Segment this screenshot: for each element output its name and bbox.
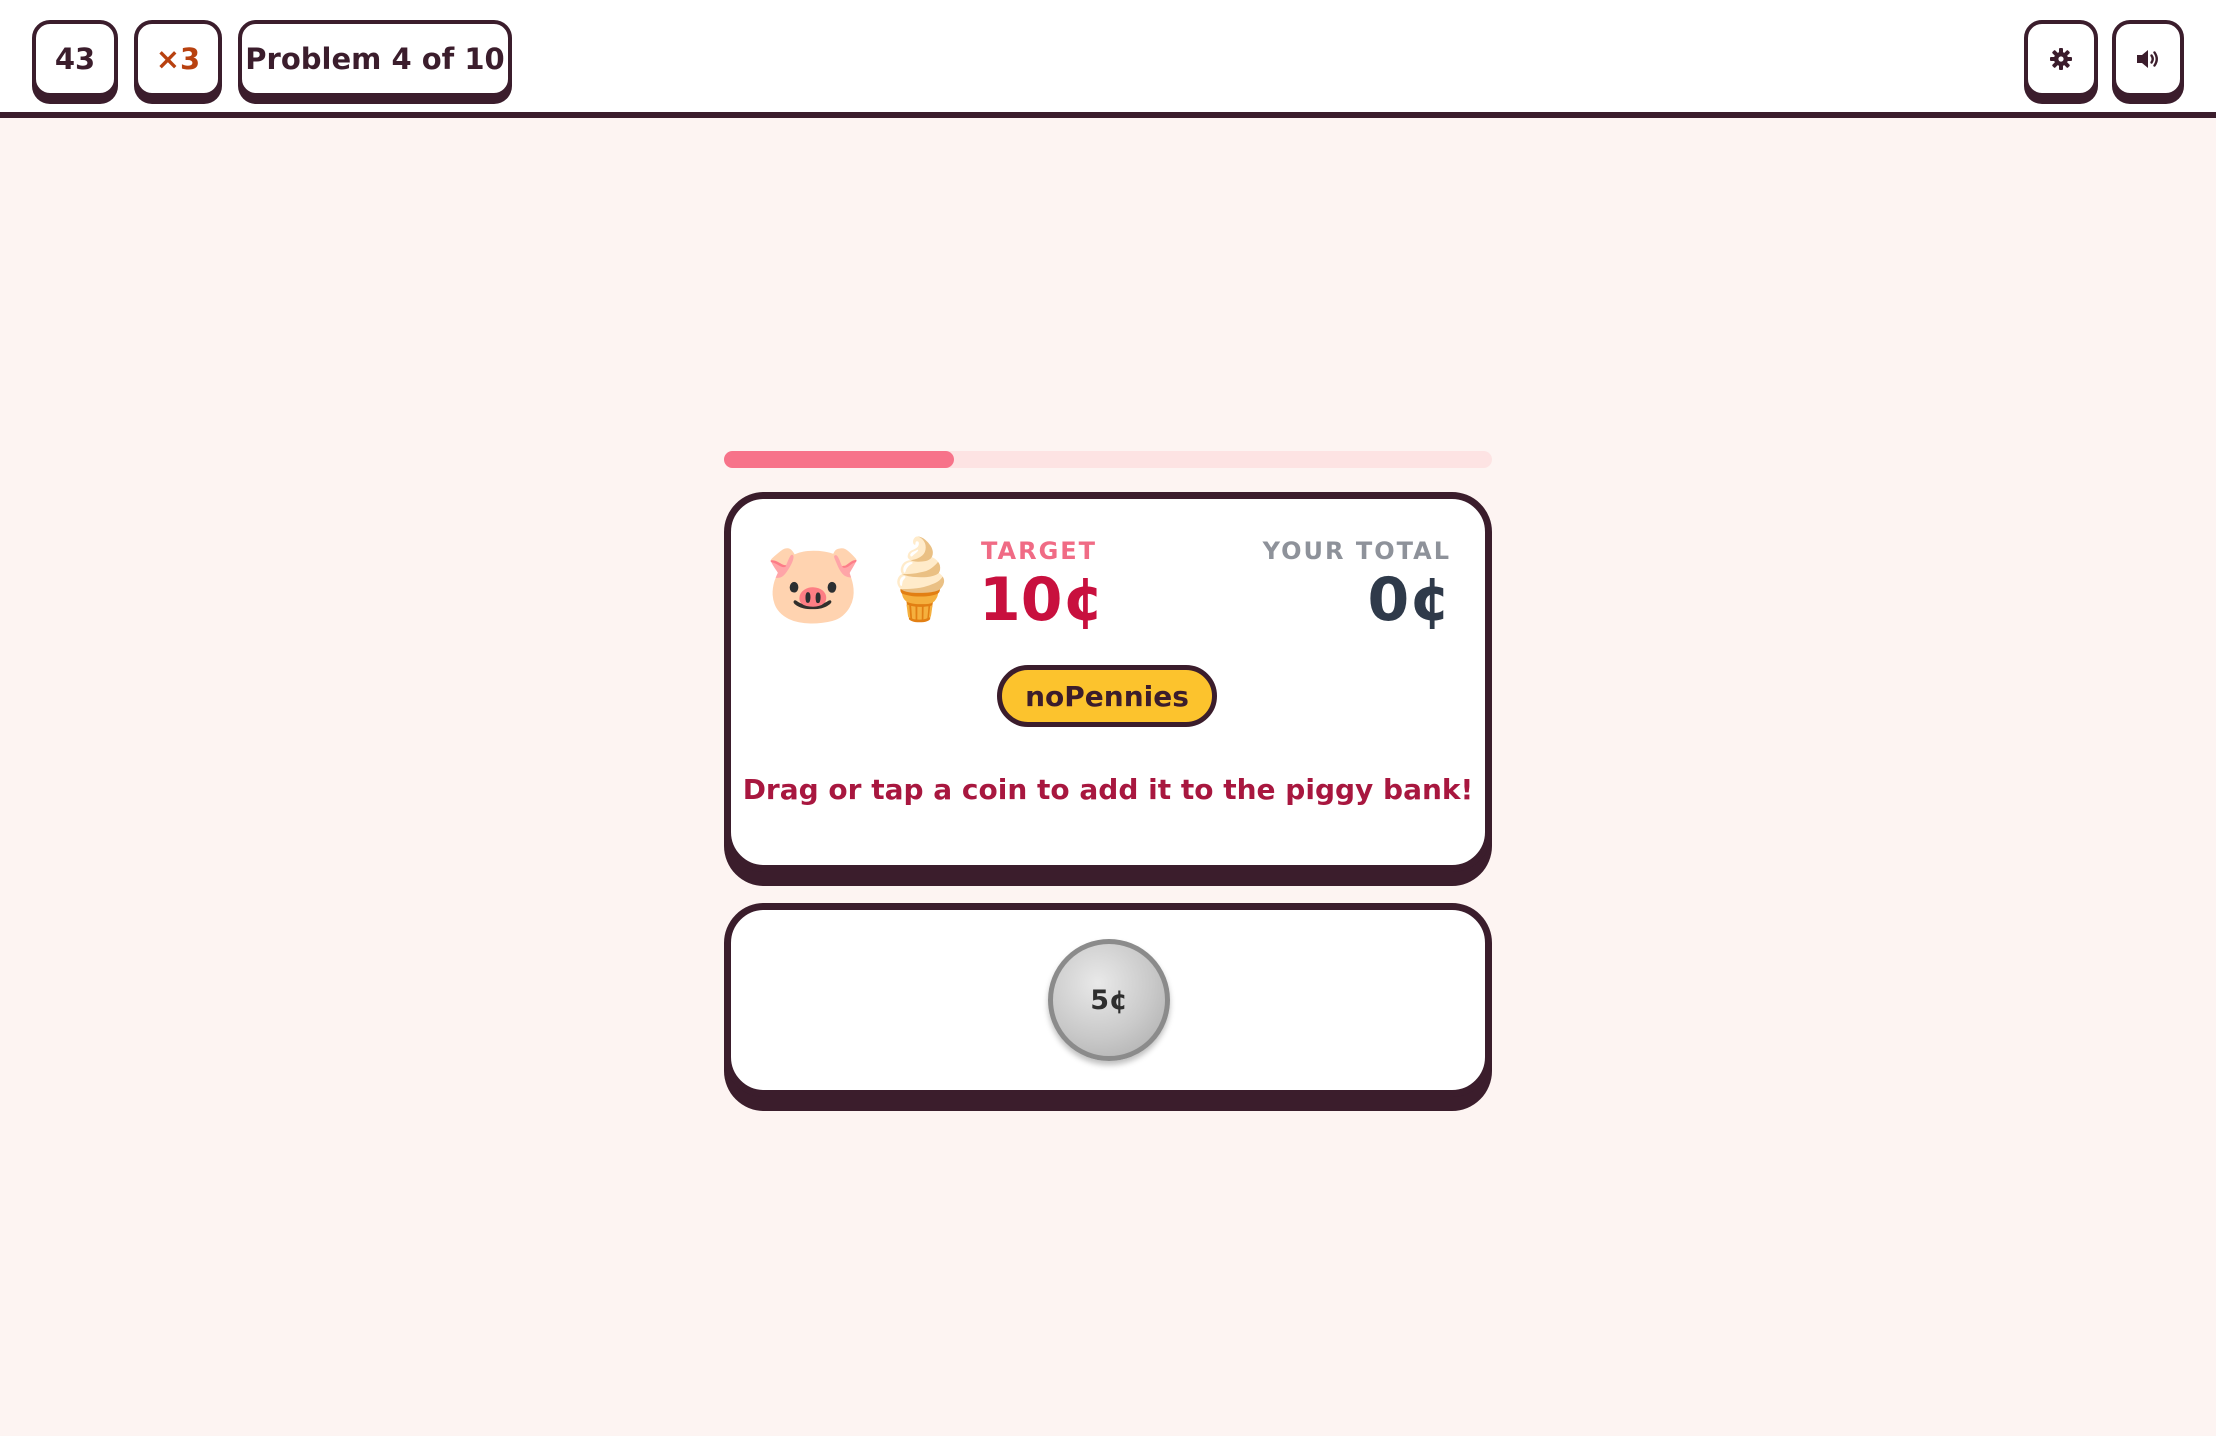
settings-button[interactable]: [2024, 20, 2098, 97]
total-value: 0¢: [1367, 565, 1452, 635]
target-value: 10¢: [979, 565, 1105, 635]
problem-card: 🐷 🍦 TARGET 10¢ YOUR TOTAL 0¢ noPennies D…: [724, 492, 1492, 872]
score-badge: 43: [32, 20, 118, 97]
instruction-text: Drag or tap a coin to add it to the pigg…: [742, 773, 1474, 806]
progress-fill: [724, 451, 955, 468]
speaker-icon: [2135, 47, 2161, 71]
sound-button[interactable]: [2112, 20, 2184, 97]
total-label: YOUR TOTAL: [1262, 537, 1451, 565]
rule-tag: noPennies: [997, 665, 1217, 727]
ice-cream-icon: 🍦: [871, 535, 969, 625]
target-label: TARGET: [981, 537, 1098, 565]
streak-badge: ×3: [134, 20, 222, 97]
coin-tray: 5¢: [724, 903, 1492, 1097]
gear-icon: [2049, 47, 2073, 71]
progress-bar: [724, 451, 1492, 468]
top-bar: 43 ×3 Problem 4 of 10: [0, 0, 2216, 118]
coin-nickel[interactable]: 5¢: [1048, 939, 1170, 1061]
pig-icon: 🐷: [765, 539, 863, 629]
problem-counter: Problem 4 of 10: [238, 20, 512, 97]
